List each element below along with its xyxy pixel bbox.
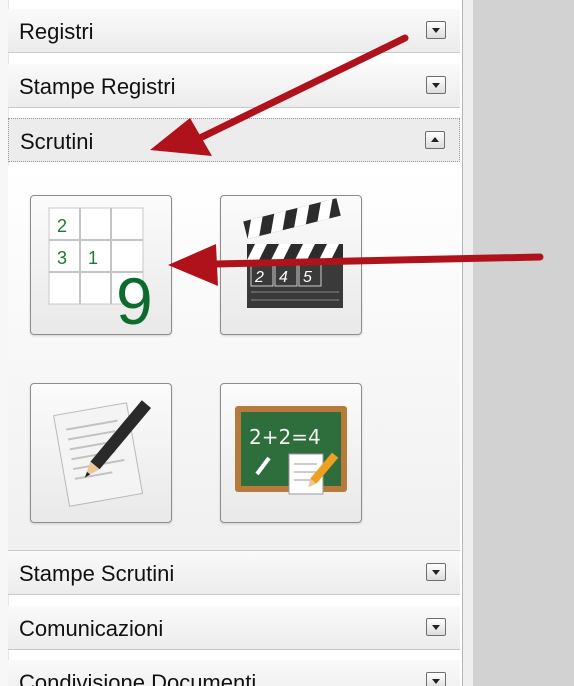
section-label: Registri (19, 19, 94, 44)
grid-cell-digit: 3 (57, 248, 67, 268)
scrutini-chalkboard-tile[interactable]: 2+2=4 (220, 383, 362, 523)
section-registri[interactable]: Registri (8, 9, 460, 53)
section-label: Comunicazioni (19, 616, 164, 641)
grid-cell-digit: 2 (57, 216, 67, 236)
grades-grid-icon: 2 3 1 9 (48, 207, 153, 334)
section-label: Scrutini (20, 129, 94, 154)
chevron-down-icon (432, 28, 440, 33)
scrutini-clapperboard-tile[interactable]: 2 4 5 (220, 195, 362, 335)
section-comunicazioni[interactable]: Comunicazioni (8, 606, 460, 650)
clapper-digit: 5 (303, 269, 312, 286)
chalkboard-icon: 2+2=4 (235, 406, 347, 495)
section-label: Stampe Scrutini (19, 561, 175, 586)
chevron-down-icon (432, 679, 440, 684)
scrutini-document-tile[interactable] (30, 383, 172, 523)
section-label: Stampe Registri (19, 74, 176, 99)
clapper-digit: 2 (254, 269, 264, 286)
scrutini-grades-tile[interactable]: 2 3 1 9 (30, 195, 172, 335)
collapse-toggle-icon[interactable] (425, 131, 445, 149)
section-condivisione-documenti[interactable]: Condivisione Documenti (8, 660, 460, 686)
section-label: Condivisione Documenti (19, 670, 257, 686)
scrutini-content: 2 3 1 9 2 4 5 2+2=4 (8, 165, 460, 551)
section-stampe-registri[interactable]: Stampe Registri (8, 64, 460, 108)
clapper-digit: 4 (279, 269, 288, 286)
section-stampe-scrutini[interactable]: Stampe Scrutini (8, 551, 460, 595)
expand-toggle-icon[interactable] (426, 21, 446, 39)
expand-toggle-icon[interactable] (426, 618, 446, 636)
navigation-panel: Registri Stampe Registri Scrutini 2 3 1 … (0, 0, 462, 686)
expand-toggle-icon[interactable] (426, 76, 446, 94)
document-pencil-icon (53, 400, 152, 507)
big-grade-digit: 9 (116, 264, 153, 334)
chalkboard-text: 2+2=4 (249, 425, 321, 449)
expand-toggle-icon[interactable] (426, 672, 446, 686)
chevron-down-icon (432, 570, 440, 575)
clapperboard-icon: 2 4 5 (243, 198, 343, 308)
section-scrutini[interactable]: Scrutini (8, 118, 460, 162)
chevron-down-icon (432, 625, 440, 630)
chevron-down-icon (432, 83, 440, 88)
grid-cell-digit: 1 (88, 248, 98, 268)
content-area (473, 0, 574, 686)
expand-toggle-icon[interactable] (426, 563, 446, 581)
chevron-up-icon (431, 137, 439, 142)
